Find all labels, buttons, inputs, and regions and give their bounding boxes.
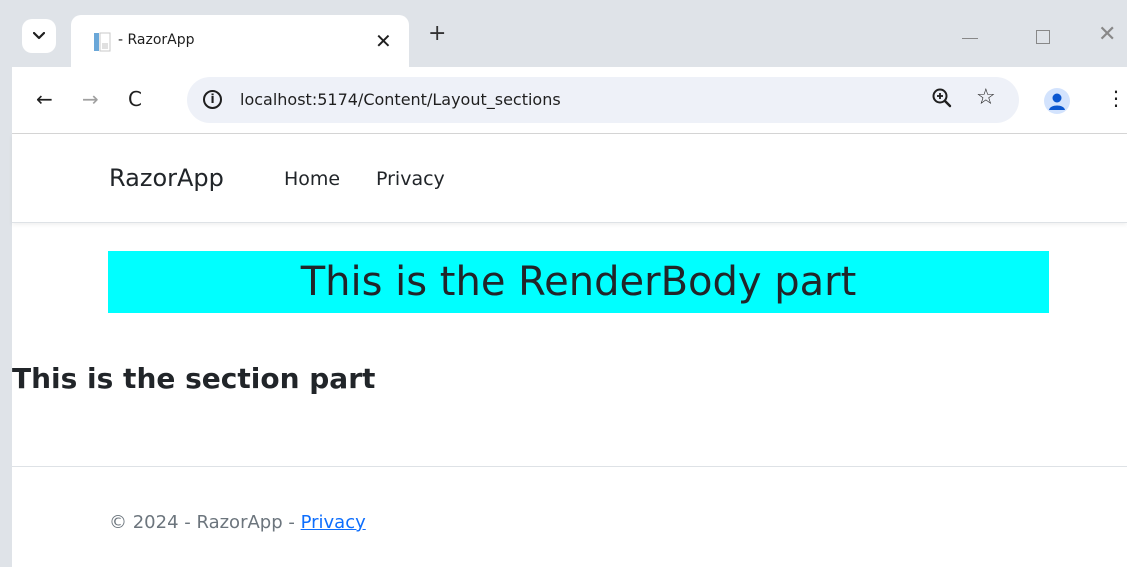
active-tab[interactable]: - RazorApp ✕ <box>71 15 409 67</box>
zoom-icon[interactable] <box>931 87 953 109</box>
forward-button[interactable]: → <box>82 87 99 111</box>
person-icon <box>1049 93 1065 110</box>
browser-toolbar: ← → C i localhost:5174/Content/Layout_se… <box>12 67 1127 134</box>
back-button[interactable]: ← <box>36 87 53 111</box>
url-text[interactable]: localhost:5174/Content/Layout_sections <box>240 90 561 109</box>
site-navbar: RazorApp Home Privacy <box>12 134 1127 223</box>
maximize-icon[interactable] <box>1036 30 1050 44</box>
browser-window: - RazorApp ✕ + ✕ ← → C i localhost:5174/… <box>12 0 1127 567</box>
footer-privacy-link[interactable]: Privacy <box>301 512 366 533</box>
tab-close-icon[interactable]: ✕ <box>375 29 392 53</box>
window-close-icon[interactable]: ✕ <box>1098 22 1116 47</box>
bookmark-star-icon[interactable]: ☆ <box>976 85 996 110</box>
render-body-heading: This is the RenderBody part <box>108 251 1049 313</box>
page-favicon-icon <box>94 32 111 52</box>
new-tab-button[interactable]: + <box>428 23 446 45</box>
footer-copyright: © 2024 - RazorApp - <box>109 512 301 533</box>
page-viewport: RazorApp Home Privacy This is the Render… <box>12 134 1127 567</box>
chevron-down-icon <box>33 32 45 40</box>
address-bar[interactable]: i localhost:5174/Content/Layout_sections… <box>187 77 1019 123</box>
nav-link-privacy[interactable]: Privacy <box>376 168 445 190</box>
navbar-brand[interactable]: RazorApp <box>109 164 224 192</box>
reload-button[interactable]: C <box>128 87 142 111</box>
section-heading: This is the section part <box>12 362 376 395</box>
menu-kebab-icon[interactable]: ⋮ <box>1106 86 1126 110</box>
tab-search-button[interactable] <box>22 19 56 53</box>
footer-divider <box>12 466 1127 467</box>
footer: © 2024 - RazorApp - Privacy <box>109 512 366 533</box>
profile-avatar[interactable] <box>1044 88 1070 114</box>
site-info-icon[interactable]: i <box>203 90 222 109</box>
tab-title: - RazorApp <box>118 32 195 48</box>
tab-strip: - RazorApp ✕ + ✕ <box>12 0 1127 67</box>
nav-link-home[interactable]: Home <box>284 168 340 190</box>
minimize-icon[interactable] <box>962 38 978 39</box>
